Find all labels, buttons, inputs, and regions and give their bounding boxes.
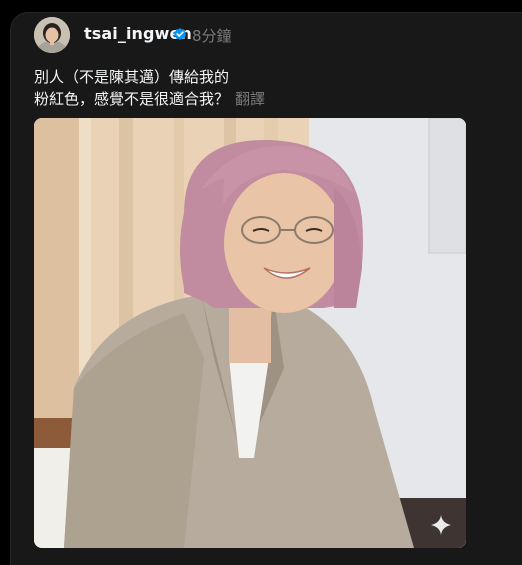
- post-photo-illustration: [34, 118, 466, 548]
- post-image[interactable]: [34, 118, 466, 548]
- post-caption-line-1: 別人（不是陳其邁）傳給我的: [34, 68, 230, 86]
- avatar[interactable]: [34, 17, 70, 53]
- app-screen: tsai_ingwen 8分鐘 別人（不是陳其邁）傳給我的 粉紅色，感覺不是很適…: [0, 0, 522, 565]
- translate-link[interactable]: 翻譯: [235, 90, 265, 108]
- verified-badge-icon: [174, 28, 186, 40]
- post-caption: 別人（不是陳其邁）傳給我的 粉紅色，感覺不是很適合我？ 翻譯: [34, 66, 265, 110]
- post-caption-line-2-text: 粉紅色，感覺不是很適合我？: [34, 90, 230, 108]
- post-timestamp: 8分鐘: [192, 27, 232, 45]
- post-caption-line-2: 粉紅色，感覺不是很適合我？ 翻譯: [34, 88, 265, 110]
- avatar-portrait-icon: [34, 17, 70, 53]
- sparkle-icon[interactable]: [430, 514, 452, 536]
